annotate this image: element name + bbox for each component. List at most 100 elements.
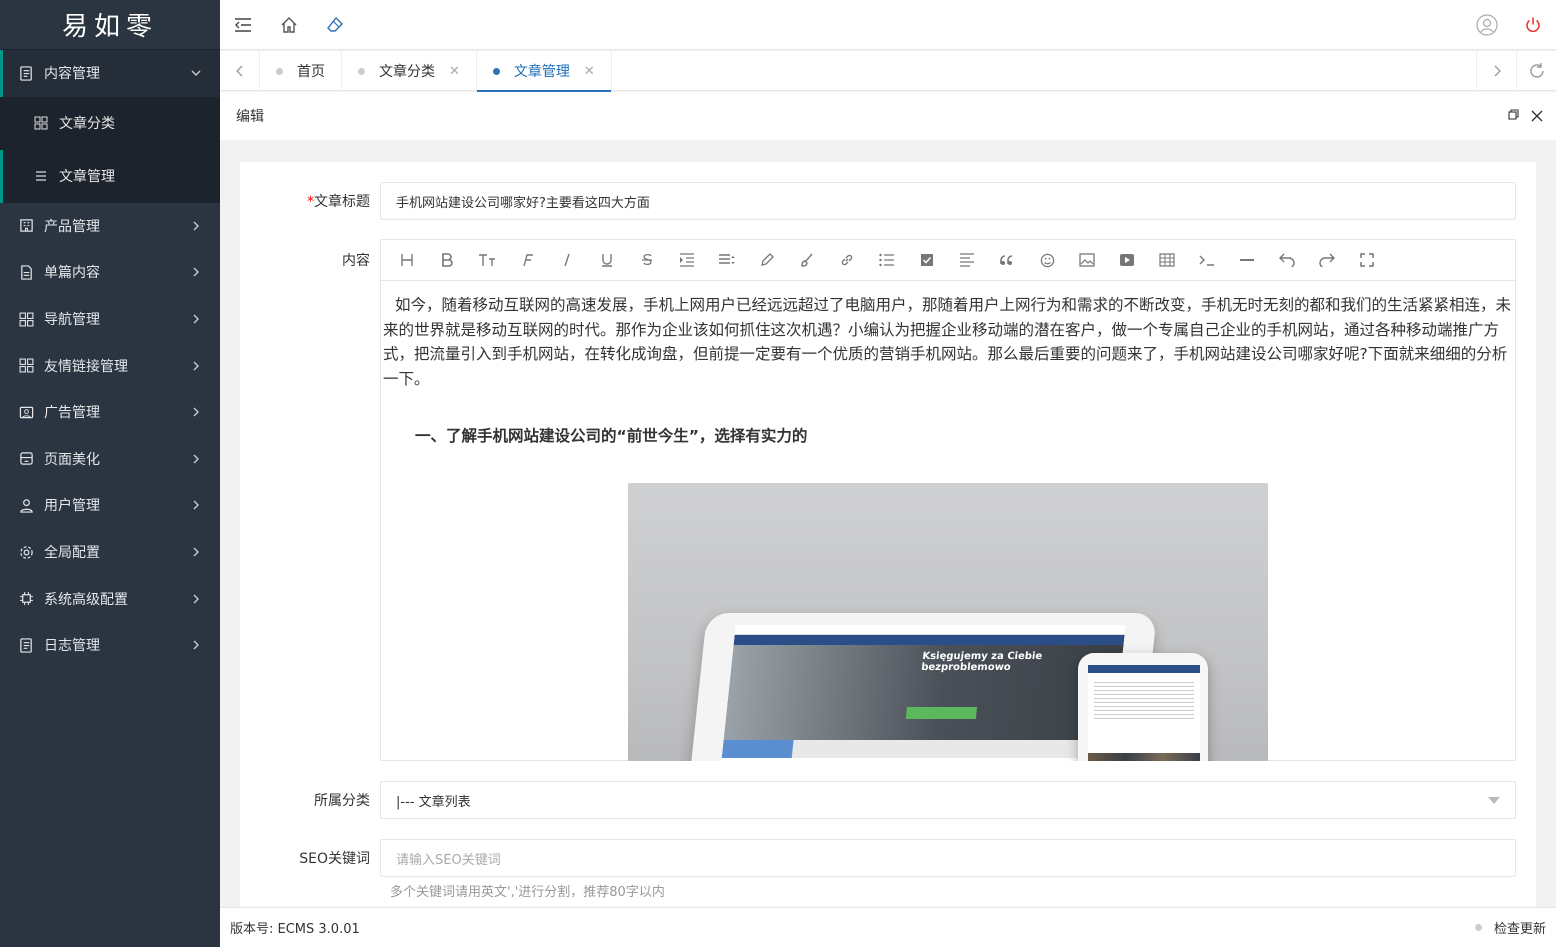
underline-icon <box>601 253 613 267</box>
seo-hint: 多个关键词请用英文','进行分割，推荐80字以内 <box>390 885 665 900</box>
close-icon[interactable]: ✕ <box>584 64 595 79</box>
menu-toggle-button[interactable] <box>220 0 266 50</box>
building-icon <box>18 218 34 234</box>
tab-article-management[interactable]: 文章管理 ✕ <box>476 51 612 92</box>
video-button[interactable] <box>1107 240 1147 280</box>
update-status-dot <box>1474 924 1482 931</box>
quote-icon <box>1000 254 1014 266</box>
emoji-button[interactable] <box>1027 240 1067 280</box>
line-height-button[interactable] <box>707 240 747 280</box>
logo[interactable]: 易如零 <box>0 0 220 50</box>
tabs-scroll-right-button[interactable] <box>1476 51 1516 91</box>
align-button[interactable] <box>947 240 987 280</box>
sidebar-item-logs[interactable]: 日志管理 <box>0 622 220 669</box>
seo-keywords-input[interactable]: 请输入SEO关键词 <box>380 839 1516 877</box>
close-icon[interactable]: ✕ <box>449 64 460 79</box>
heading-button[interactable] <box>387 240 427 280</box>
code-button[interactable] <box>1187 240 1227 280</box>
sidebar-item-label: 内容管理 <box>44 66 100 83</box>
grid-icon <box>33 115 49 131</box>
list-button[interactable] <box>867 240 907 280</box>
chevron-down-icon <box>190 67 220 79</box>
header-right <box>1464 0 1556 50</box>
sidebar-item-advanced-config[interactable]: 系统高级配置 <box>0 575 220 622</box>
tab-home[interactable]: 首页 <box>260 51 342 91</box>
editor-heading: 一、了解手机网站建设公司的“前世今生”，选择有实力的 <box>415 427 808 445</box>
redo-icon <box>1319 253 1335 267</box>
close-icon[interactable] <box>1530 109 1544 123</box>
sidebar-item-users[interactable]: 用户管理 <box>0 482 220 529</box>
strikethrough-icon <box>641 253 653 267</box>
eraser-icon <box>326 16 344 34</box>
sidebar-item-beautify[interactable]: 页面美化 <box>0 436 220 483</box>
power-icon <box>1524 16 1542 34</box>
strikethrough-button[interactable] <box>627 240 667 280</box>
user-menu-button[interactable] <box>1464 0 1510 50</box>
tabs-scroll-left-button[interactable] <box>220 51 260 91</box>
form-row-category: 所属分类 |--- 文章列表 <box>240 781 1516 819</box>
editor-image[interactable]: Księgujemy za Ciebie bezproblemowo <box>628 482 1268 761</box>
phone-graphic <box>1078 652 1208 761</box>
underline-button[interactable] <box>587 240 627 280</box>
redo-button[interactable] <box>1307 240 1347 280</box>
sidebar-item-navigation[interactable]: 导航管理 <box>0 296 220 343</box>
editor-body[interactable]: 如今，随着移动互联网的高速发展，手机上网用户已经远远超过了电脑用户，那随着用户上… <box>381 281 1515 761</box>
tablet-headline: Księgujemy za Ciebie bezproblemowo <box>921 651 1043 673</box>
tab-article-category[interactable]: 文章分类 ✕ <box>342 51 477 91</box>
maximize-icon[interactable] <box>1508 109 1520 123</box>
font-family-button[interactable] <box>507 240 547 280</box>
clear-cache-button[interactable] <box>312 0 358 50</box>
chevron-right-icon <box>1492 65 1502 77</box>
app: 易如零 内容管理 文章分类 文章管理 产品管理 单篇内容 导航管理 友情链接管理… <box>0 0 1556 947</box>
undo-button[interactable] <box>1267 240 1307 280</box>
background-color-button[interactable] <box>787 240 827 280</box>
sidebar-item-label: 用户管理 <box>44 498 100 515</box>
top-header <box>220 0 1556 50</box>
smiley-icon <box>1040 253 1055 268</box>
bold-icon <box>441 253 453 267</box>
tab-bar: 首页 文章分类 ✕ 文章管理 ✕ <box>220 51 1556 92</box>
link-button[interactable] <box>827 240 867 280</box>
sidebar-item-products[interactable]: 产品管理 <box>0 203 220 250</box>
font-size-button[interactable] <box>467 240 507 280</box>
sidebar-subitem-category[interactable]: 文章分类 <box>0 97 220 150</box>
heading-icon <box>400 253 414 267</box>
sidebar-item-content[interactable]: 内容管理 <box>0 50 220 97</box>
indent-button[interactable] <box>667 240 707 280</box>
sidebar-item-ads[interactable]: 广告管理 <box>0 389 220 436</box>
divider-button[interactable] <box>1227 240 1267 280</box>
user-avatar-icon <box>1476 13 1498 36</box>
italic-button[interactable] <box>547 240 587 280</box>
category-select[interactable]: |--- 文章列表 <box>380 781 1516 819</box>
terminal-icon <box>1199 253 1215 267</box>
tab-dot <box>358 67 365 75</box>
color-button[interactable] <box>747 240 787 280</box>
image-button[interactable] <box>1067 240 1107 280</box>
sidebar-item-global-config[interactable]: 全局配置 <box>0 529 220 576</box>
tabs-right-controls <box>1476 51 1556 91</box>
sidebar-item-single-page[interactable]: 单篇内容 <box>0 249 220 296</box>
rich-text-editor[interactable]: 如今，随着移动互联网的高速发展，手机上网用户已经远远超过了电脑用户，那随着用户上… <box>380 239 1516 761</box>
logout-button[interactable] <box>1510 0 1556 50</box>
sidebar: 易如零 内容管理 文章分类 文章管理 产品管理 单篇内容 导航管理 友情链接管理… <box>0 0 220 947</box>
check-update-link[interactable]: 检查更新 <box>1494 918 1546 937</box>
bold-button[interactable] <box>427 240 467 280</box>
fullscreen-button[interactable] <box>1347 240 1387 280</box>
horizontal-rule-icon <box>1239 258 1255 262</box>
video-icon <box>1119 253 1135 267</box>
undo-icon <box>1279 253 1295 267</box>
todo-button[interactable] <box>907 240 947 280</box>
title-input[interactable]: 手机网站建设公司哪家好?主要看这四大方面 <box>380 182 1516 220</box>
align-left-icon <box>959 253 975 267</box>
refresh-button[interactable] <box>1516 51 1556 91</box>
sidebar-subitem-articles[interactable]: 文章管理 <box>0 149 220 203</box>
home-button[interactable] <box>266 0 312 50</box>
sidebar-item-links[interactable]: 友情链接管理 <box>0 342 220 389</box>
table-button[interactable] <box>1147 240 1187 280</box>
tablet-headline-line-2: bezproblemowo <box>920 661 1012 673</box>
category-label: 所属分类 <box>314 793 370 809</box>
tab-label: 文章管理 <box>513 64 570 80</box>
log-icon <box>18 637 34 653</box>
quote-button[interactable] <box>987 240 1027 280</box>
sidebar-item-label: 单篇内容 <box>44 265 100 282</box>
